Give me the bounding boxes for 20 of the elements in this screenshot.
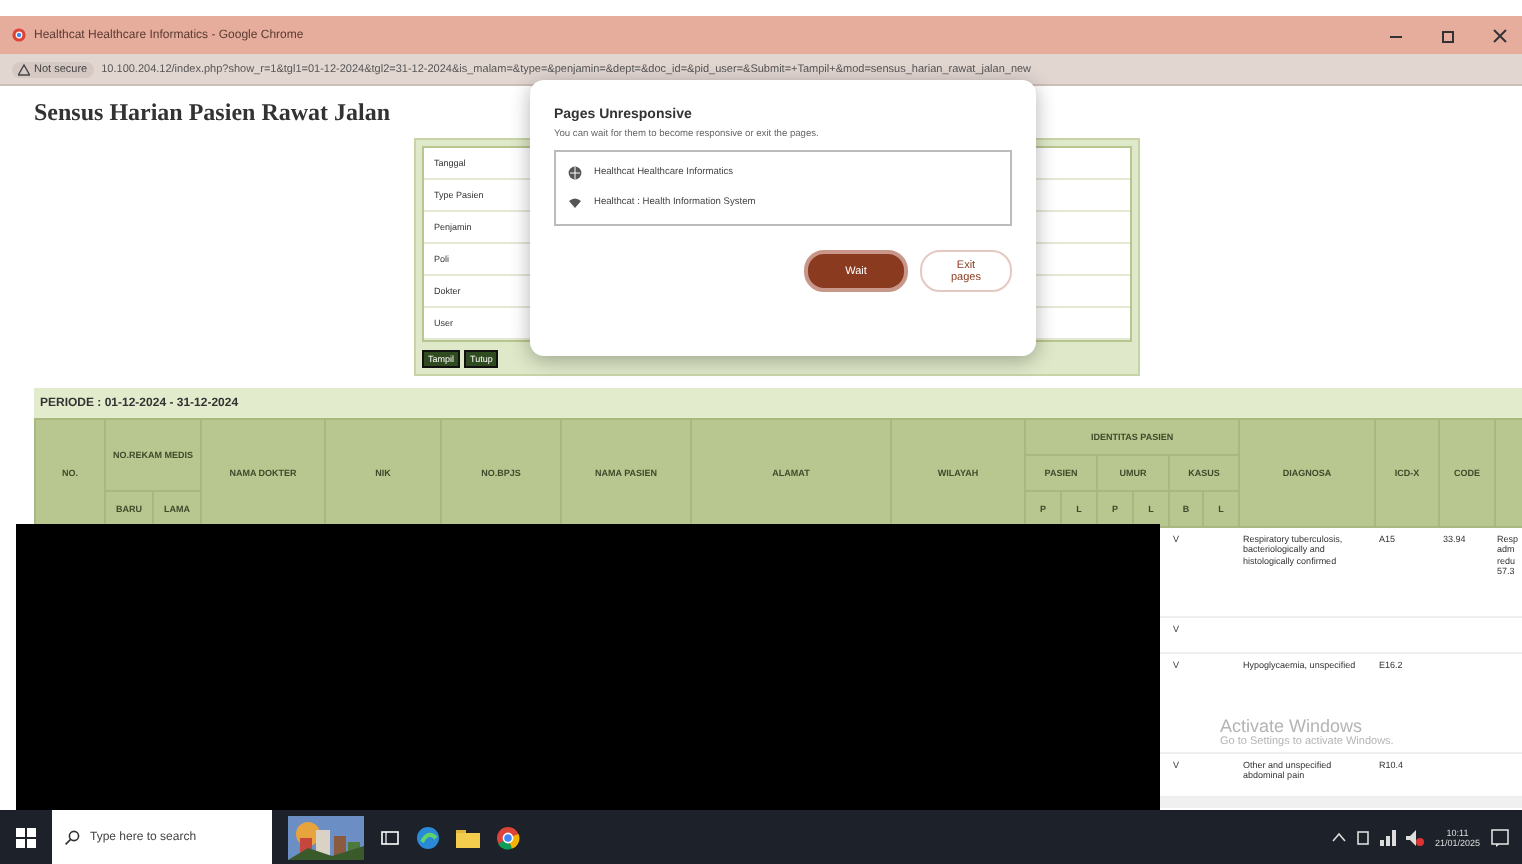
device-icon[interactable] [1356, 829, 1371, 845]
search-icon [64, 829, 80, 845]
horizontal-scrollbar[interactable] [1160, 798, 1522, 808]
notification-icon[interactable] [1490, 827, 1510, 847]
folder-icon[interactable] [456, 827, 480, 847]
caret-up-icon[interactable] [1332, 832, 1347, 842]
swirl-app-icon[interactable] [416, 825, 440, 849]
network-icon[interactable] [1380, 829, 1397, 845]
warning-icon [18, 63, 30, 75]
chrome-icon[interactable] [496, 825, 520, 849]
windows-logo-icon[interactable] [16, 827, 36, 847]
restore-icon[interactable] [1438, 25, 1458, 45]
task-view-icon[interactable] [380, 827, 400, 847]
chrome-icon [12, 28, 26, 42]
speaker-icon[interactable] [1406, 829, 1425, 845]
wifi-icon [568, 196, 582, 210]
page-heading: Sensus Harian Pasien Rawat Jalan [34, 98, 391, 128]
activation-title: Activate Windows [1220, 716, 1365, 736]
close-icon[interactable] [1490, 25, 1510, 45]
globe-icon [568, 166, 582, 180]
